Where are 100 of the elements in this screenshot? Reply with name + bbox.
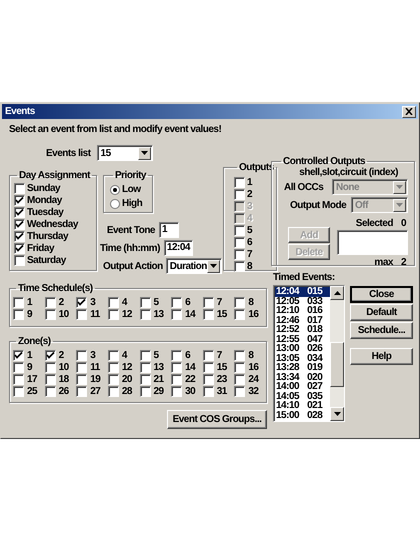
- checkbox[interactable]: [44, 309, 56, 320]
- checkbox[interactable]: [76, 386, 88, 397]
- checkbox[interactable]: [108, 297, 119, 308]
- checkbox[interactable]: [171, 309, 182, 320]
- list-item[interactable]: 13:00 026: [275, 344, 330, 354]
- checkbox[interactable]: [76, 309, 88, 320]
- scroll-down-icon[interactable]: [330, 407, 344, 421]
- list-item[interactable]: 13:34 020: [275, 372, 330, 382]
- list-item[interactable]: 13:05 034: [275, 354, 330, 363]
- checkbox[interactable]: [14, 231, 25, 242]
- radio-button[interactable]: [110, 184, 120, 194]
- checkbox[interactable]: [234, 297, 246, 308]
- button[interactable]: Close: [350, 286, 413, 303]
- scrollbar[interactable]: [330, 286, 344, 421]
- checkbox[interactable]: [140, 362, 150, 373]
- button[interactable]: Default: [350, 304, 413, 321]
- checkbox[interactable]: [202, 350, 214, 361]
- list-box[interactable]: [337, 230, 408, 255]
- checkbox[interactable]: [234, 189, 245, 200]
- list-item[interactable]: 13:28 019: [275, 363, 330, 372]
- checkbox[interactable]: [44, 374, 56, 385]
- button[interactable]: Schedule...: [350, 322, 413, 339]
- checkbox[interactable]: [44, 362, 56, 373]
- checkbox[interactable]: [202, 362, 214, 373]
- checkbox[interactable]: [13, 374, 24, 385]
- group-title: Time Schedule(s): [18, 283, 93, 294]
- checkbox[interactable]: [140, 350, 150, 361]
- checkbox[interactable]: [14, 219, 25, 230]
- close-icon[interactable]: [402, 106, 416, 118]
- checkbox[interactable]: [76, 297, 88, 308]
- checkbox-label: 29: [154, 386, 164, 397]
- scroll-up-icon[interactable]: [330, 286, 344, 300]
- checkbox[interactable]: [202, 386, 214, 397]
- checkbox[interactable]: [234, 261, 245, 272]
- list-item[interactable]: 12:04 015: [275, 287, 330, 296]
- checkbox[interactable]: [108, 362, 119, 373]
- checkbox-label: 15: [216, 309, 227, 320]
- list-item[interactable]: 14:00 027: [275, 382, 330, 392]
- checkbox[interactable]: [171, 386, 182, 397]
- checkbox[interactable]: [13, 362, 24, 373]
- checkbox[interactable]: [13, 350, 24, 361]
- checkbox[interactable]: [171, 350, 182, 361]
- text-field[interactable]: 1: [158, 222, 179, 238]
- list-item[interactable]: 12:52 018: [275, 325, 330, 334]
- list-item[interactable]: 14:05 035: [275, 392, 330, 401]
- checkbox[interactable]: [108, 386, 119, 397]
- event-number: 016: [307, 306, 322, 316]
- checkbox[interactable]: [13, 386, 24, 397]
- checkbox[interactable]: [14, 243, 25, 254]
- checkbox[interactable]: [234, 309, 246, 320]
- scroll-thumb[interactable]: [330, 342, 344, 387]
- checkbox[interactable]: [234, 362, 246, 373]
- list-item[interactable]: 14:10 021: [275, 401, 330, 410]
- checkbox[interactable]: [202, 297, 214, 308]
- checkbox[interactable]: [234, 237, 245, 248]
- checkbox[interactable]: [44, 350, 56, 361]
- checkbox[interactable]: [108, 350, 119, 361]
- checkbox[interactable]: [14, 183, 25, 194]
- checkbox[interactable]: [14, 207, 25, 218]
- button[interactable]: Event COS Groups...: [167, 410, 267, 429]
- checkbox[interactable]: [108, 374, 119, 385]
- checkbox[interactable]: [14, 195, 25, 206]
- dropdown[interactable]: 15: [96, 145, 153, 161]
- checkbox[interactable]: [234, 249, 245, 260]
- list-item[interactable]: 15:00 028: [275, 410, 330, 420]
- checkbox[interactable]: [171, 362, 182, 373]
- checkbox[interactable]: [140, 386, 150, 397]
- checkbox[interactable]: [202, 374, 214, 385]
- checkbox[interactable]: [234, 350, 246, 361]
- button[interactable]: Help: [350, 348, 413, 365]
- checkbox[interactable]: [76, 362, 88, 373]
- checkbox[interactable]: [76, 350, 88, 361]
- checkbox[interactable]: [171, 297, 182, 308]
- checkbox[interactable]: [44, 386, 56, 397]
- list-item[interactable]: 12:55 047: [275, 334, 330, 344]
- text-field[interactable]: 12:04: [164, 240, 193, 256]
- dropdown[interactable]: Duration: [166, 258, 222, 274]
- checkbox[interactable]: [234, 177, 245, 188]
- checkbox[interactable]: [108, 309, 119, 320]
- checkbox[interactable]: [44, 297, 56, 308]
- checkbox[interactable]: [234, 386, 246, 397]
- checkbox[interactable]: [140, 309, 150, 320]
- checkbox[interactable]: [140, 374, 150, 385]
- max-label: max: [374, 257, 393, 268]
- checkbox[interactable]: [13, 309, 24, 320]
- radio-button[interactable]: [110, 198, 120, 208]
- list-item[interactable]: 12:46 017: [275, 316, 330, 325]
- list-item[interactable]: 12:05 033: [275, 296, 330, 306]
- checkbox[interactable]: [13, 297, 24, 308]
- list-item[interactable]: 12:10 016: [275, 306, 330, 316]
- checkbox[interactable]: [171, 374, 182, 385]
- selected-count: 0: [400, 218, 406, 229]
- checkbox-label: 15: [216, 362, 227, 373]
- checkbox[interactable]: [234, 374, 246, 385]
- checkbox[interactable]: [76, 374, 88, 385]
- checkbox[interactable]: [234, 225, 245, 236]
- event-number: 027: [307, 382, 322, 392]
- checkbox[interactable]: [14, 255, 25, 266]
- checkbox[interactable]: [202, 309, 214, 320]
- checkbox[interactable]: [140, 297, 150, 308]
